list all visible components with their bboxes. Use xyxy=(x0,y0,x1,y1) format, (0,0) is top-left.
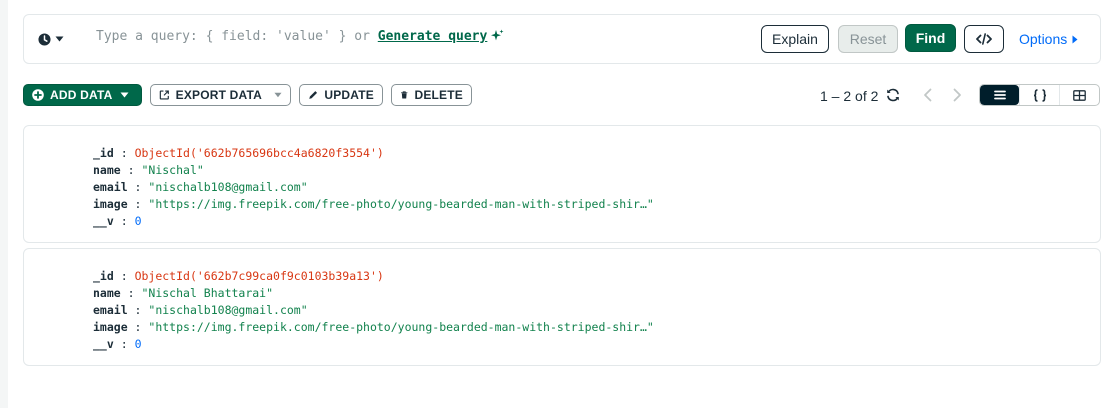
field-value: "https://img.freepik.com/free-photo/youn… xyxy=(148,320,654,334)
export-icon xyxy=(159,90,169,100)
options-label: Options xyxy=(1019,31,1068,47)
previous-page-button[interactable] xyxy=(919,86,937,104)
delete-label: DELETE xyxy=(414,88,463,102)
clock-icon xyxy=(38,32,51,46)
table-view-button[interactable] xyxy=(1060,85,1099,105)
chevron-right-icon xyxy=(953,88,961,102)
field-value: "Nischal Bhattarai" xyxy=(141,286,274,300)
list-icon xyxy=(993,90,1006,100)
field-value: ObjectId('662b765696bcc4a6820f3554') xyxy=(134,146,384,160)
next-page-button[interactable] xyxy=(948,86,966,104)
trash-icon xyxy=(401,91,408,99)
field-key: __v xyxy=(93,337,114,351)
field-row-id[interactable]: _id : ObjectId('662b765696bcc4a6820f3554… xyxy=(93,145,654,162)
field-key: image xyxy=(93,197,128,211)
field-key: email xyxy=(93,303,128,317)
query-history-button[interactable] xyxy=(38,30,70,48)
field-key: email xyxy=(93,180,128,194)
update-button[interactable]: UPDATE xyxy=(299,84,383,106)
delete-button[interactable]: DELETE xyxy=(391,84,472,106)
reset-button[interactable]: Reset xyxy=(838,25,898,53)
left-edge-strip xyxy=(0,0,8,408)
document-card[interactable]: _id : ObjectId('662b7c99ca0f9c0103b39a13… xyxy=(23,248,1101,366)
add-data-label: ADD DATA xyxy=(50,88,113,102)
code-icon xyxy=(976,33,992,45)
field-key: _id xyxy=(93,146,114,160)
chevron-left-icon xyxy=(924,88,932,102)
field-value: "https://img.freepik.com/free-photo/youn… xyxy=(148,197,654,211)
field-value: 0 xyxy=(134,337,142,351)
options-toggle[interactable]: Options xyxy=(1019,31,1078,47)
braces-icon xyxy=(1033,88,1046,102)
document-fields: _id : ObjectId('662b765696bcc4a6820f3554… xyxy=(93,145,654,230)
pencil-icon xyxy=(309,91,318,99)
export-data-label: EXPORT DATA xyxy=(175,88,263,102)
caret-down-icon xyxy=(274,92,282,98)
field-value: "nischalb108@gmail.com" xyxy=(148,180,308,194)
caret-down-icon xyxy=(55,36,64,42)
json-view-button[interactable] xyxy=(1019,85,1060,105)
add-data-button[interactable]: ADD DATA xyxy=(23,84,142,106)
field-row-version[interactable]: __v : 0 xyxy=(93,213,654,230)
table-icon xyxy=(1073,89,1086,101)
find-button[interactable]: Find xyxy=(905,24,956,52)
field-row-id[interactable]: _id : ObjectId('662b7c99ca0f9c0103b39a13… xyxy=(93,268,654,285)
caret-down-icon xyxy=(120,92,129,98)
field-row-image[interactable]: image : "https://img.freepik.com/free-ph… xyxy=(93,319,654,336)
field-row-email[interactable]: email : "nischalb108@gmail.com" xyxy=(93,179,654,196)
field-row-name[interactable]: name : "Nischal Bhattarai" xyxy=(93,285,654,302)
refresh-button[interactable] xyxy=(884,86,902,104)
view-toggle xyxy=(979,84,1100,106)
list-view-button[interactable] xyxy=(980,85,1019,105)
field-key: name xyxy=(93,163,121,177)
field-value: "nischalb108@gmail.com" xyxy=(148,303,308,317)
pagination-count: 1 – 2 of 2 xyxy=(820,88,879,104)
sparkle-icon xyxy=(491,29,504,41)
field-key: _id xyxy=(93,269,114,283)
explain-button[interactable]: Explain xyxy=(761,25,829,53)
query-placeholder: Type a query: { field: 'value' } or xyxy=(96,29,370,44)
field-value: 0 xyxy=(134,214,142,228)
field-row-version[interactable]: __v : 0 xyxy=(93,336,654,353)
query-bar: Type a query: { field: 'value' } or Gene… xyxy=(23,14,1101,64)
plus-circle-icon xyxy=(32,89,44,101)
document-card[interactable]: _id : ObjectId('662b765696bcc4a6820f3554… xyxy=(23,125,1101,243)
triangle-right-icon xyxy=(1072,35,1078,43)
export-data-button[interactable]: EXPORT DATA xyxy=(150,84,291,106)
field-key: name xyxy=(93,286,121,300)
field-row-image[interactable]: image : "https://img.freepik.com/free-ph… xyxy=(93,196,654,213)
field-value: ObjectId('662b7c99ca0f9c0103b39a13') xyxy=(134,269,384,283)
code-view-button[interactable] xyxy=(964,25,1004,53)
generate-query-link[interactable]: Generate query xyxy=(378,29,488,44)
field-key: image xyxy=(93,320,128,334)
field-row-email[interactable]: email : "nischalb108@gmail.com" xyxy=(93,302,654,319)
query-input[interactable]: Type a query: { field: 'value' } or Gene… xyxy=(96,29,504,44)
field-row-name[interactable]: name : "Nischal" xyxy=(93,162,654,179)
field-key: __v xyxy=(93,214,114,228)
document-fields: _id : ObjectId('662b7c99ca0f9c0103b39a13… xyxy=(93,268,654,353)
update-label: UPDATE xyxy=(324,88,374,102)
refresh-icon xyxy=(887,88,899,102)
field-value: "Nischal" xyxy=(141,163,204,177)
